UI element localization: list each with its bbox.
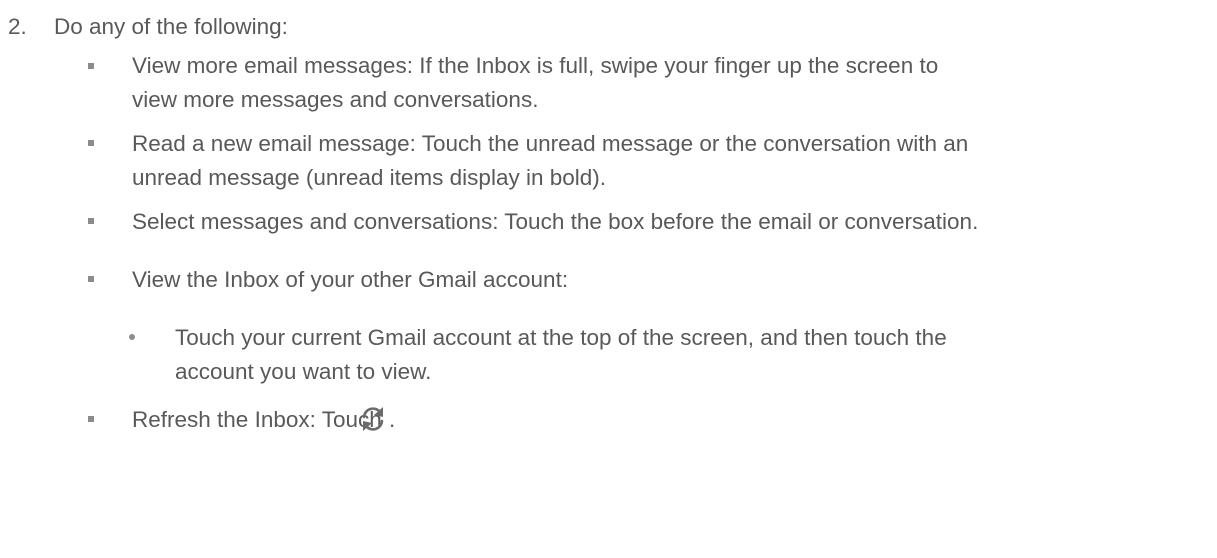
bullet-square — [88, 140, 94, 146]
bullet-square — [88, 416, 94, 422]
item-text: Refresh the Inbox: Touch — [132, 407, 382, 432]
refresh-icon — [362, 407, 384, 431]
subitem-text: account you want to view. — [175, 359, 432, 384]
bullet-square — [88, 276, 94, 282]
step-intro: Do any of the following: — [54, 14, 288, 39]
item-text: Read a new email message: Touch the unre… — [132, 131, 969, 156]
item-text: View the Inbox of your other Gmail accou… — [132, 267, 569, 292]
bullet-dot — [129, 334, 135, 340]
item-text: Select messages and conversations: Touch… — [132, 209, 979, 234]
item-text: View more email messages: If the Inbox i… — [132, 53, 939, 78]
bullet-square — [88, 63, 94, 69]
item-text: unread message (unread items display in … — [132, 165, 607, 190]
step-number: 2. — [8, 14, 27, 39]
bullet-square — [88, 218, 94, 224]
item-text: view more messages and conversations. — [132, 87, 539, 112]
subitem-text: Touch your current Gmail account at the … — [175, 325, 947, 350]
item-text-end: . — [389, 407, 396, 432]
